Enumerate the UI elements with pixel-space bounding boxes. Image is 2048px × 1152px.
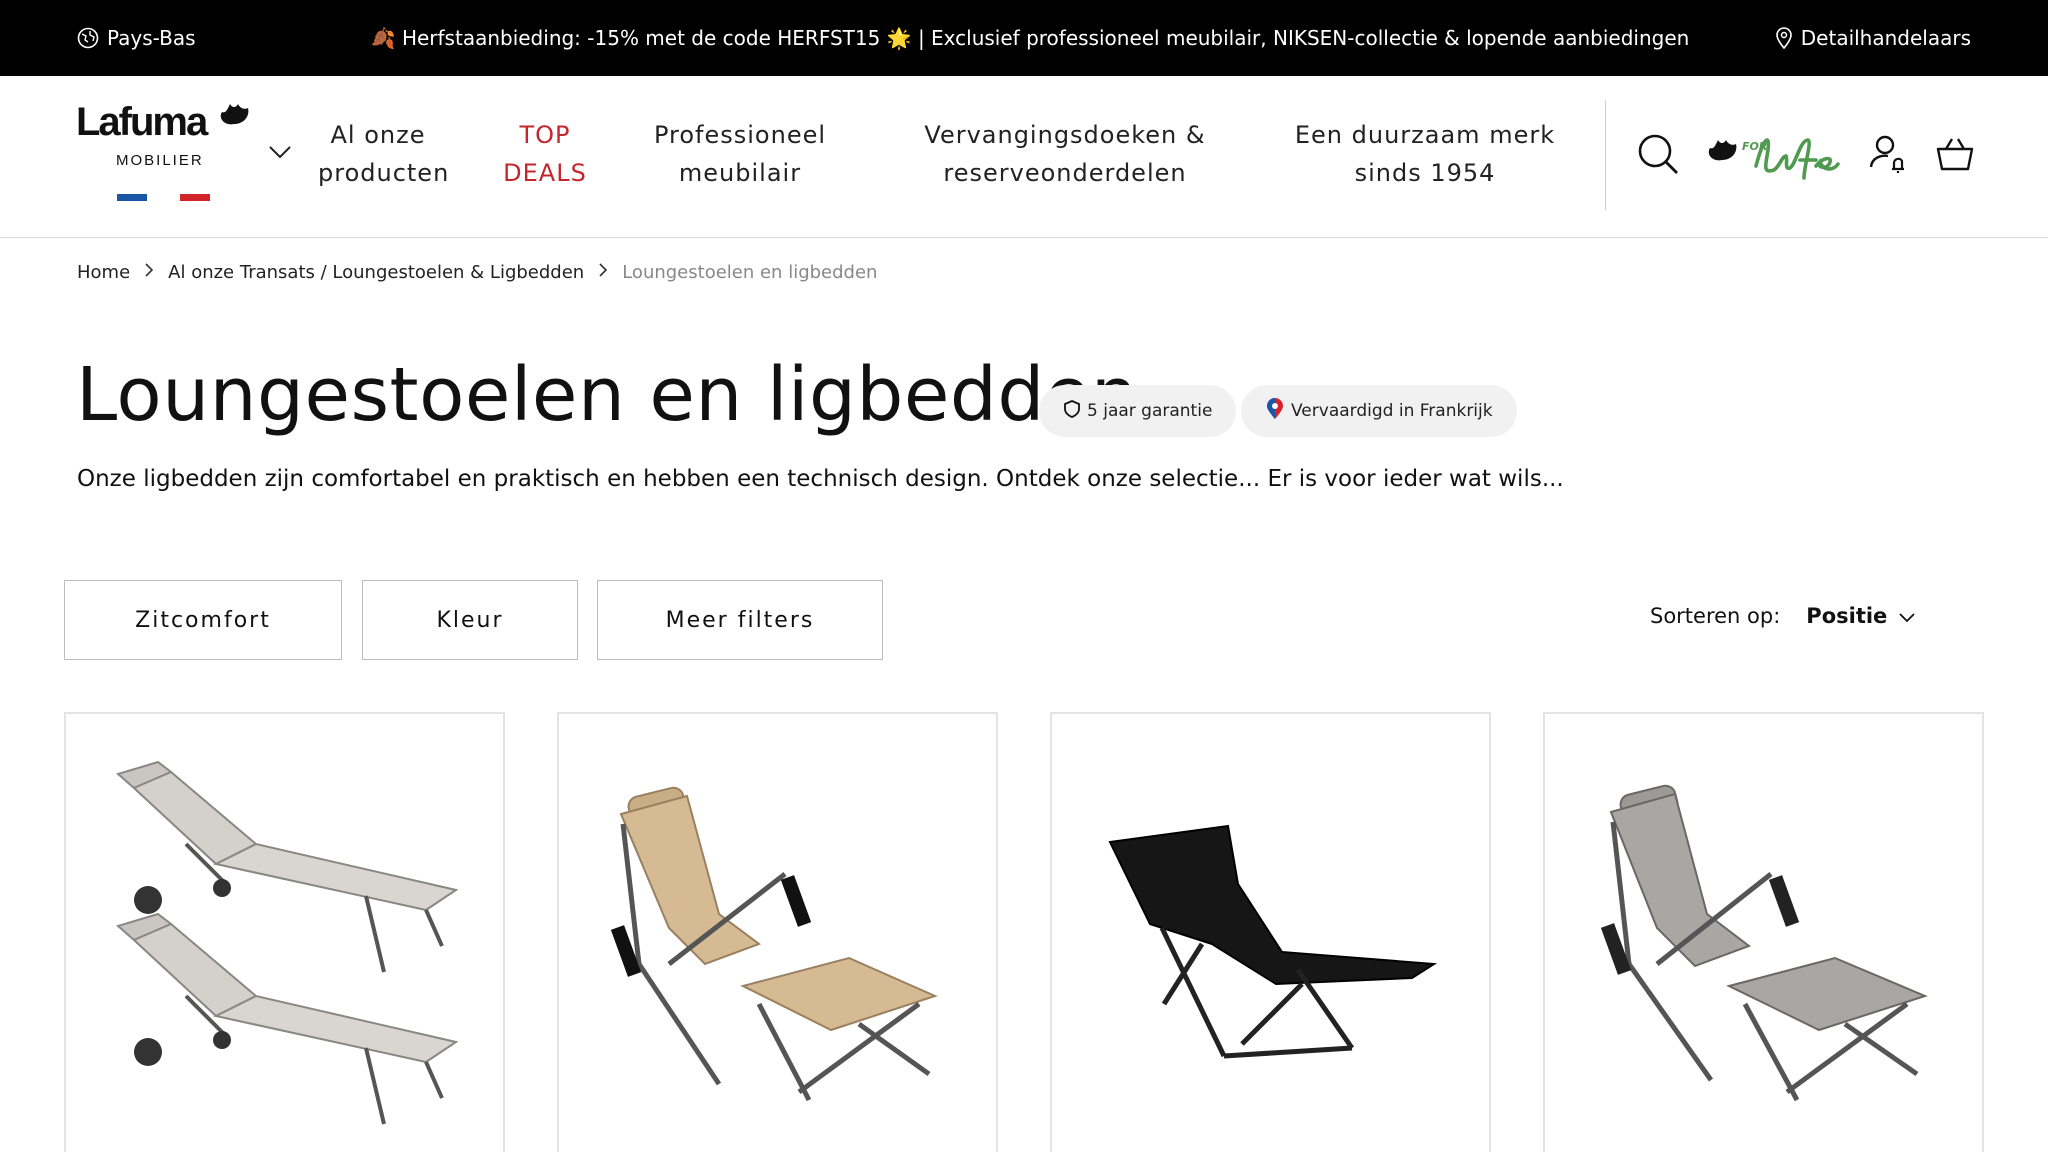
product-image-sunloungers <box>115 760 459 1125</box>
nav-label-line2: meubilair <box>678 159 802 187</box>
chevron-right-icon <box>144 262 154 283</box>
logo-subtitle: MOBILIER <box>116 152 204 169</box>
breadcrumb-current: Loungestoelen en ligbedden <box>622 262 878 283</box>
nav-label-line1: Professioneel <box>653 121 827 149</box>
announcement-bar: Pays-Bas 🍂 Herfstaanbieding: -15% met de… <box>0 0 2048 76</box>
breadcrumb-home[interactable]: Home <box>77 262 130 283</box>
forlife-logo[interactable]: FOR <box>1704 126 1844 186</box>
product-card[interactable] <box>1050 712 1491 1152</box>
search-icon[interactable] <box>1636 132 1680 180</box>
nav-label-line2: producten <box>318 159 450 187</box>
more-filters-button[interactable]: Meer filters <box>597 580 883 660</box>
nav-replacement-fabrics[interactable]: Vervangingsdoeken & reserveonderdelen <box>920 116 1210 192</box>
retailers-label: Detailhandelaars <box>1800 26 1971 50</box>
lafuma-logo[interactable]: Lafuma MOBILIER <box>76 100 256 201</box>
product-card[interactable] <box>557 712 998 1152</box>
chevron-down-icon[interactable] <box>268 144 292 163</box>
breadcrumb: Home Al onze Transats / Loungestoelen & … <box>77 262 877 283</box>
nav-top-deals[interactable]: TOP DEALS <box>495 116 595 192</box>
nav-sustainable-brand[interactable]: Een duurzaam merk sinds 1954 <box>1290 116 1560 192</box>
product-card[interactable] <box>1543 712 1984 1152</box>
nav-label-line2: DEALS <box>503 159 587 187</box>
warranty-badge-label: 5 jaar garantie <box>1087 401 1213 421</box>
forlife-for-label: FOR <box>1742 140 1768 153</box>
nav-label-line1: Al onze <box>330 121 426 149</box>
country-selector[interactable]: Pays-Bas <box>77 0 196 76</box>
chevron-right-icon <box>598 262 608 283</box>
nav-label-line2: reserveonderdelen <box>943 159 1187 187</box>
leaf-icon <box>216 102 252 140</box>
flag-blue-stripe <box>117 194 147 201</box>
country-label: Pays-Bas <box>107 26 196 50</box>
product-image-grey-relax-chair <box>1600 784 1928 1102</box>
account-notification-icon[interactable] <box>1868 133 1910 179</box>
filter-seat-comfort-button[interactable]: Zitcomfort <box>64 580 342 660</box>
nav-label-line1: Vervangingsdoeken & <box>924 121 1206 149</box>
shield-icon <box>1063 399 1081 424</box>
product-card[interactable] <box>64 712 505 1152</box>
product-image-beige-relax-chair <box>610 786 938 1102</box>
breadcrumb-category[interactable]: Al onze Transats / Loungestoelen & Ligbe… <box>168 262 584 283</box>
location-pin-icon <box>1775 27 1793 49</box>
basket-icon[interactable] <box>1934 133 1976 179</box>
sort-value: Positie <box>1806 604 1888 628</box>
site-header: Lafuma MOBILIER Al onze producten TOP DE… <box>0 76 2048 238</box>
page-title: Loungestoelen en ligbedden <box>76 352 1139 438</box>
made-in-france-label: Vervaardigd in Frankrijk <box>1291 401 1493 421</box>
nav-professional-furniture[interactable]: Professioneel meubilair <box>650 116 830 192</box>
header-actions: FOR <box>1636 126 1976 186</box>
product-image-black-lounge-chair <box>1108 824 1438 1059</box>
filter-color-button[interactable]: Kleur <box>362 580 578 660</box>
made-in-france-badge: Vervaardigd in Frankrijk <box>1241 385 1517 437</box>
promo-text[interactable]: 🍂 Herfstaanbieding: -15% met de code HER… <box>371 0 1690 76</box>
sort-label: Sorteren op: <box>1650 604 1781 628</box>
warranty-badge: 5 jaar garantie <box>1039 385 1237 437</box>
sort-control: Sorteren op: Positie <box>1650 604 1915 628</box>
nav-label-line1: TOP <box>519 121 571 149</box>
nav-all-products[interactable]: Al onze producten <box>318 116 450 192</box>
header-divider <box>1605 100 1606 210</box>
sort-dropdown[interactable]: Positie <box>1806 604 1915 628</box>
nav-label-line1: Een duurzaam merk <box>1294 121 1556 149</box>
nav-label-line2: sinds 1954 <box>1354 159 1496 187</box>
retailers-link[interactable]: Detailhandelaars <box>1775 0 1971 76</box>
category-description: Onze ligbedden zijn comfortabel en prakt… <box>77 466 1564 492</box>
globe-icon <box>77 27 99 49</box>
france-pin-icon <box>1265 397 1285 425</box>
logo-wordmark: Lafuma <box>76 100 208 144</box>
flag-red-stripe <box>180 194 210 201</box>
chevron-down-icon <box>1899 604 1915 628</box>
